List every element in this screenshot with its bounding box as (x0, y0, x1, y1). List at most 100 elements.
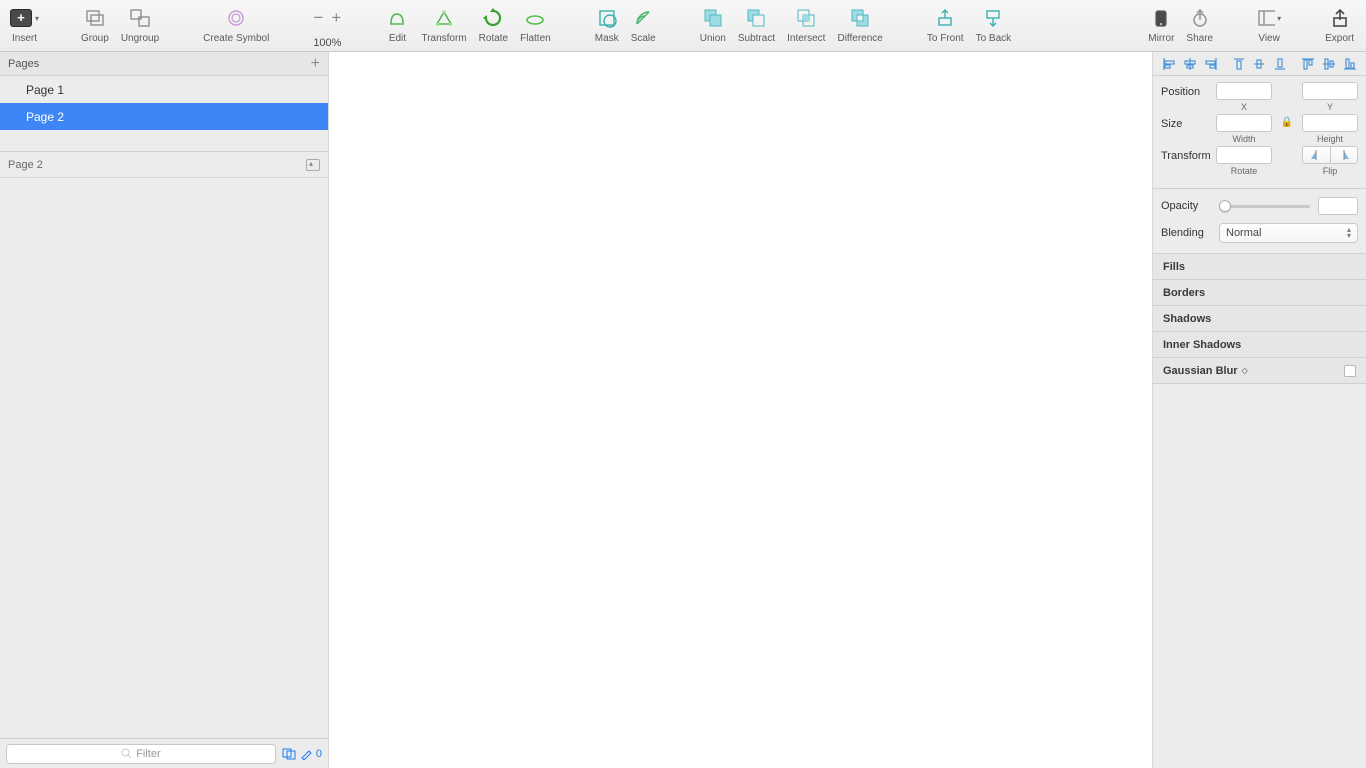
search-icon (121, 748, 132, 759)
flip-vertical-icon[interactable] (1331, 147, 1358, 163)
opacity-label: Opacity (1161, 200, 1219, 212)
layers-title: Page 2 (8, 159, 306, 171)
mirror-button[interactable]: Mirror (1142, 4, 1180, 44)
borders-section[interactable]: Borders (1153, 280, 1366, 306)
pages-title: Pages (8, 58, 311, 70)
rotate-icon (483, 8, 503, 28)
edit-button[interactable]: Edit (379, 4, 415, 44)
mask-button[interactable]: Mask (589, 4, 625, 44)
flip-buttons[interactable] (1302, 146, 1358, 164)
to-front-button[interactable]: To Front (921, 4, 970, 44)
page-row[interactable]: Page 1 (0, 76, 328, 103)
mask-icon (597, 8, 617, 28)
ungroup-button[interactable]: Ungroup (115, 4, 165, 44)
distribute-v-button[interactable] (1250, 55, 1270, 73)
collapse-layers-button[interactable] (306, 159, 320, 171)
blending-select[interactable]: Normal ▴▾ (1219, 223, 1358, 243)
intersect-button[interactable]: Intersect (781, 4, 831, 44)
scale-button[interactable]: Scale (625, 4, 662, 44)
pages-list: Page 1Page 2 (0, 76, 328, 130)
shadows-section[interactable]: Shadows (1153, 306, 1366, 332)
inspector-panel: Position X Y Size Width 🔒 Height Transfo… (1152, 52, 1366, 768)
layers-list (0, 178, 328, 738)
width-input[interactable] (1216, 114, 1272, 132)
transform-button[interactable]: Transform (415, 4, 472, 44)
subtract-button[interactable]: Subtract (732, 4, 781, 44)
inner-shadows-section[interactable]: Inner Shadows (1153, 332, 1366, 358)
align-row (1153, 52, 1366, 76)
to-front-icon (935, 8, 955, 28)
insert-label: Insert (12, 33, 37, 44)
view-button[interactable]: ▾ View (1251, 4, 1287, 44)
create-symbol-button[interactable]: Create Symbol (197, 4, 275, 44)
pencil-icon[interactable] (300, 748, 312, 760)
zoom-in-button[interactable]: + (327, 9, 345, 27)
zoom-out-button[interactable]: − (309, 9, 327, 27)
align-vcenter-button[interactable] (1319, 55, 1339, 73)
overlap-icon[interactable] (282, 748, 296, 760)
zoom-level: 100% (313, 37, 341, 49)
filter-input[interactable]: Filter (6, 744, 276, 764)
align-hcenter-button[interactable] (1180, 55, 1200, 73)
difference-button[interactable]: Difference (831, 4, 888, 44)
to-back-button[interactable]: To Back (970, 4, 1018, 44)
align-left-button[interactable] (1159, 55, 1179, 73)
union-button[interactable]: Union (694, 4, 732, 44)
intersect-icon (796, 8, 816, 28)
share-icon (1190, 8, 1210, 28)
plus-icon (10, 9, 32, 27)
layers-header: Page 2 (0, 152, 328, 178)
transform-icon (434, 8, 454, 28)
lock-aspect-button[interactable]: 🔒 (1282, 114, 1292, 128)
opacity-input[interactable] (1318, 197, 1358, 215)
share-button[interactable]: Share (1180, 4, 1219, 44)
size-label: Size (1161, 114, 1216, 130)
left-footer: Filter 0 (0, 738, 328, 768)
export-button[interactable]: Export (1319, 4, 1360, 44)
slider-thumb[interactable] (1219, 200, 1231, 212)
insert-button[interactable]: ▾ Insert (6, 4, 43, 44)
blending-value: Normal (1226, 227, 1261, 239)
flip-horizontal-icon[interactable] (1303, 147, 1331, 163)
zoom-control[interactable]: − + 100% (307, 4, 347, 49)
to-back-icon (983, 8, 1003, 28)
group-icon (84, 8, 106, 28)
distribute-h-button[interactable] (1229, 55, 1249, 73)
gaussian-blur-section[interactable]: Gaussian Blur ◇ (1153, 358, 1366, 384)
blending-label: Blending (1161, 227, 1219, 239)
main: Pages + Page 1Page 2 Page 2 Filter 0 (0, 52, 1366, 768)
fills-section[interactable]: Fills (1153, 254, 1366, 280)
gaussian-blur-checkbox[interactable] (1344, 365, 1356, 377)
page-row[interactable]: Page 2 (0, 103, 328, 130)
distribute-b-button[interactable] (1270, 55, 1290, 73)
symbol-icon (226, 8, 246, 28)
export-icon (1330, 8, 1350, 28)
opacity-blending-section: Opacity Blending Normal ▴▾ (1153, 189, 1366, 254)
mirror-icon (1151, 8, 1171, 28)
flatten-button[interactable]: Flatten (514, 4, 557, 44)
align-bottom-button[interactable] (1340, 55, 1360, 73)
chevron-down-icon: ▾ (1277, 14, 1281, 23)
rotate-input[interactable] (1216, 146, 1272, 164)
position-x-input[interactable] (1216, 82, 1272, 100)
height-input[interactable] (1302, 114, 1358, 132)
pages-header: Pages + (0, 52, 328, 76)
align-right-button[interactable] (1201, 55, 1221, 73)
subtract-icon (746, 8, 766, 28)
union-icon (703, 8, 723, 28)
rotate-button[interactable]: Rotate (473, 4, 514, 44)
chevron-down-icon: ▾ (35, 14, 39, 23)
position-y-input[interactable] (1302, 82, 1358, 100)
toolbar: ▾ Insert Group Ungroup Create Symbol − +… (0, 0, 1366, 52)
group-button[interactable]: Group (75, 4, 115, 44)
opacity-slider[interactable] (1219, 205, 1310, 208)
add-page-button[interactable]: + (311, 57, 320, 71)
footer-count: 0 (316, 748, 322, 760)
canvas[interactable] (329, 52, 1152, 768)
geometry-section: Position X Y Size Width 🔒 Height Transfo… (1153, 76, 1366, 189)
transform-label: Transform (1161, 146, 1216, 162)
align-top-button[interactable] (1298, 55, 1318, 73)
footer-icons: 0 (282, 748, 322, 760)
filter-placeholder: Filter (136, 748, 160, 760)
view-icon (1257, 9, 1275, 27)
